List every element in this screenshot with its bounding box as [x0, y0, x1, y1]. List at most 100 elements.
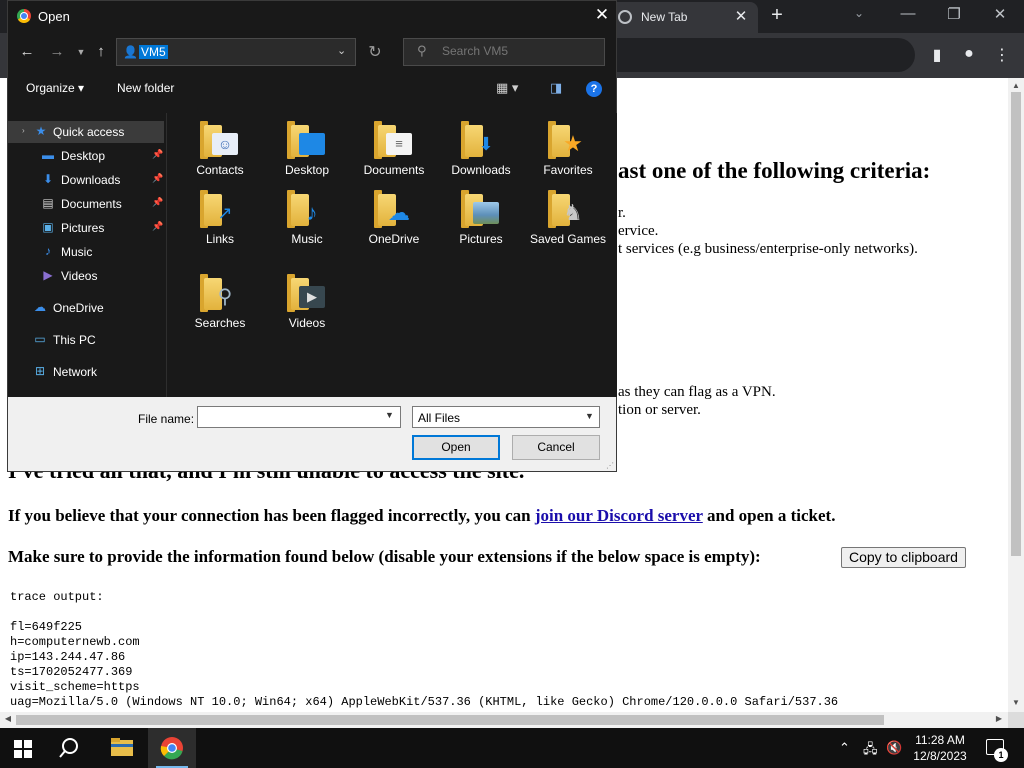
tab-new-tab[interactable]: New Tab ✕ [608, 2, 758, 33]
nav-item-this-pc[interactable]: ▭ This PC [8, 329, 164, 351]
expand-chevron-icon[interactable]: › [22, 126, 25, 135]
nav-item-quick-access[interactable]: › ★ Quick access [8, 121, 164, 143]
nav-item-label: Quick access [53, 125, 125, 139]
folder-desktop[interactable]: Desktop [267, 117, 347, 195]
nav-item-label: Downloads [61, 173, 121, 187]
file-label: Searches [194, 316, 246, 330]
file-label: OneDrive [368, 232, 420, 246]
file-name-label: File name: [138, 412, 195, 426]
folder-pictures[interactable]: Pictures [441, 186, 521, 264]
nav-item-downloads[interactable]: ⬇ Downloads 📌 [8, 169, 164, 191]
search-taskbar-button[interactable] [48, 728, 96, 768]
vertical-scroll-thumb[interactable] [1011, 92, 1021, 556]
scroll-right-icon[interactable]: ▶ [992, 714, 1006, 723]
open-button[interactable]: Open [412, 435, 500, 460]
scroll-down-icon[interactable]: ▼ [1008, 698, 1024, 707]
file-label: Contacts [196, 163, 244, 177]
copy-to-clipboard-button[interactable]: Copy to clipboard [841, 547, 966, 568]
criteria-line-3: t services (e.g business/enterprise-only… [618, 241, 918, 257]
cancel-button[interactable]: Cancel [512, 435, 600, 460]
folder-onedrive[interactable]: ☁ OneDrive [354, 186, 434, 264]
folder-searches[interactable]: ⚲ Searches [180, 270, 260, 348]
windows-start-icon[interactable] [14, 740, 32, 758]
file-label: Desktop [284, 163, 330, 177]
chrome-taskbar-button[interactable] [148, 728, 196, 768]
folder-music[interactable]: ♪ Music [267, 186, 347, 264]
folder-favorites[interactable]: ★ Favorites [528, 117, 608, 195]
network-icon[interactable]: 🖧 [863, 740, 878, 762]
new-folder-button[interactable]: New folder [117, 81, 174, 95]
pictures-icon: ▣ [42, 220, 54, 234]
search-icon: ⚲ [417, 43, 427, 58]
tab-close-button[interactable]: ✕ [732, 7, 750, 25]
nav-item-documents[interactable]: ▤ Documents 📌 [8, 193, 164, 215]
trace-line: fl=649f225 [10, 620, 83, 634]
address-dropdown-icon[interactable]: ⌄ [337, 44, 346, 57]
date: 12/8/2023 [913, 749, 967, 763]
maximize-button[interactable]: ❐ [944, 5, 964, 23]
nav-item-label: Documents [61, 197, 122, 211]
view-options-icon[interactable]: ▦ ▾ [496, 80, 518, 96]
minimize-button[interactable]: — [898, 5, 918, 22]
nav-item-onedrive[interactable]: ☁ OneDrive [8, 297, 164, 319]
address-value[interactable]: VM5 [139, 45, 168, 59]
file-label: Downloads [451, 163, 511, 177]
search-input[interactable] [442, 44, 592, 58]
vertical-scrollbar[interactable]: ▲ ▼ [1008, 78, 1024, 712]
horizontal-scroll-thumb[interactable] [16, 715, 884, 725]
nav-item-network[interactable]: ⊞ Network [8, 361, 164, 383]
nav-item-label: Desktop [61, 149, 106, 163]
scroll-left-icon[interactable]: ◀ [1, 714, 15, 723]
scroll-up-icon[interactable]: ▲ [1008, 81, 1024, 90]
file-type-select[interactable]: All Files ▼ [412, 406, 600, 428]
new-tab-button[interactable]: + [766, 4, 788, 27]
onedrive-folder-icon: ☁ [372, 188, 414, 228]
volume-muted-icon[interactable]: 🔇 [886, 740, 902, 756]
nav-item-pictures[interactable]: ▣ Pictures 📌 [8, 217, 164, 239]
chevron-down-icon: ▼ [585, 411, 594, 421]
chevron-down-icon: ▼ [385, 410, 394, 420]
clock[interactable]: 11:28 AM 12/8/2023 [912, 732, 968, 764]
up-arrow-icon[interactable]: ↑ [92, 43, 110, 60]
file-explorer-taskbar-button[interactable] [98, 728, 146, 768]
desktop-icon: ▬ [42, 148, 54, 162]
recent-locations-chevron-icon[interactable]: ▼ [72, 47, 90, 57]
folder-saved-games[interactable]: ♞ Saved Games [528, 186, 608, 264]
refresh-icon[interactable]: ↻ [366, 42, 384, 62]
folder-contacts[interactable]: ☺ Contacts [180, 117, 260, 195]
help-icon[interactable]: ? [586, 81, 602, 97]
folder-documents[interactable]: ≡ Documents [354, 117, 434, 195]
profile-icon[interactable]: ● [959, 45, 979, 63]
address-bar[interactable] [610, 38, 915, 72]
trace-line: visit_scheme=https [10, 680, 140, 694]
dialog-search-box[interactable]: ⚲ [403, 38, 605, 66]
preview-pane-icon[interactable]: ◨ [550, 80, 562, 96]
organize-button[interactable]: Organize ▾ [26, 81, 84, 95]
file-label: Videos [288, 316, 326, 330]
dialog-address-bar[interactable]: 👤 VM5 ⌄ [116, 38, 356, 66]
resize-grip-icon[interactable]: ⋰ [606, 461, 614, 470]
file-type-value: All Files [418, 411, 461, 425]
menu-icon[interactable]: ⋮ [992, 45, 1012, 65]
nav-item-desktop[interactable]: ▬ Desktop 📌 [8, 145, 164, 167]
close-window-button[interactable]: ✕ [990, 5, 1010, 23]
show-hidden-icons-icon[interactable]: ⌃ [839, 740, 850, 756]
nav-item-videos[interactable]: ▶ Videos [8, 265, 164, 287]
file-label: Pictures [459, 232, 503, 246]
tab-search-button[interactable]: ⌄ [854, 6, 864, 20]
side-panel-icon[interactable]: ▮ [927, 45, 947, 65]
documents-icon: ▤ [42, 196, 54, 210]
folder-videos[interactable]: ▶ Videos [267, 270, 347, 348]
file-name-dropdown[interactable]: ▼ [385, 406, 401, 428]
nav-item-label: Videos [61, 269, 98, 283]
discord-link[interactable]: join our Discord server [535, 506, 703, 525]
forward-arrow-icon[interactable]: → [48, 43, 66, 60]
file-name-input[interactable] [197, 406, 401, 428]
folder-downloads[interactable]: ⬇ Downloads [441, 117, 521, 195]
dialog-close-button[interactable]: ✕ [592, 5, 612, 25]
nav-item-music[interactable]: ♪ Music [8, 241, 164, 263]
back-arrow-icon[interactable]: ← [18, 43, 36, 60]
music-folder-icon: ♪ [285, 188, 327, 228]
horizontal-scrollbar[interactable]: ◀ ▶ [0, 712, 1008, 728]
folder-links[interactable]: ↗ Links [180, 186, 260, 264]
